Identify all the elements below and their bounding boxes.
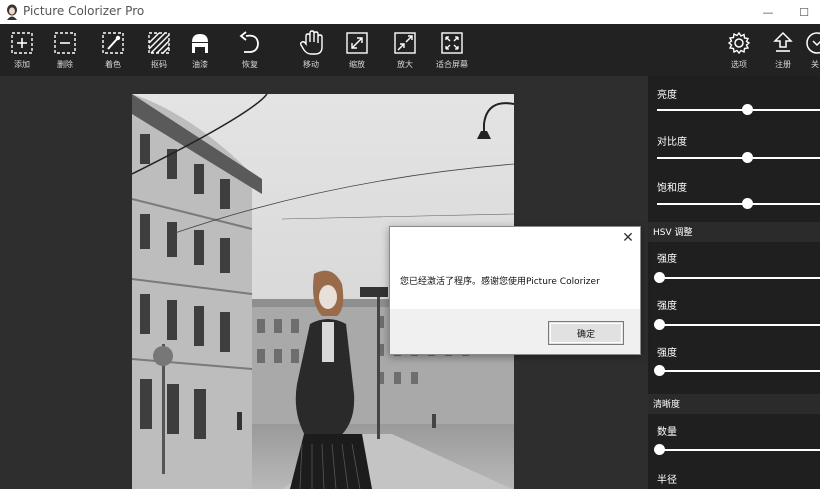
hsv-intensity-3-slider-thumb[interactable] <box>654 365 665 376</box>
paint-tool-label: 油漆 <box>192 60 208 69</box>
hsv-intensity-2-slider-thumb[interactable] <box>654 319 665 330</box>
hatch-tool-button[interactable]: 抠码 <box>139 30 179 74</box>
zoom-tool-label: 放大 <box>397 60 413 69</box>
expand-icon <box>346 32 368 54</box>
app-window: Picture Colorizer Pro — ☐ 添加 删除 着色 抠码 油漆… <box>0 0 820 489</box>
dialog-ok-button[interactable]: 确定 <box>548 321 624 345</box>
hsv-section-header: HSV 调整 <box>648 222 820 242</box>
move-tool-button[interactable]: 移动 <box>291 30 331 74</box>
sharpness-section-title: 清晰度 <box>653 400 681 410</box>
brightness-slider-thumb[interactable] <box>742 104 753 115</box>
gear-icon <box>727 31 751 55</box>
contrast-label: 对比度 <box>657 137 687 148</box>
zoom-tool-button[interactable]: 放大 <box>385 30 425 74</box>
app-logo-icon <box>7 4 17 20</box>
amount-label: 数量 <box>657 427 677 438</box>
title-bar: Picture Colorizer Pro — ☐ <box>0 0 820 24</box>
contrast-slider-thumb[interactable] <box>742 152 753 163</box>
close-tool-button[interactable]: 关 <box>800 30 820 74</box>
maximize-button[interactable]: ☐ <box>786 0 820 24</box>
adjustments-panel: 亮度 对比度 饱和度 HSV 调整 强度 强度 强度 清晰度 数量 半径 <box>648 76 820 489</box>
amount-slider-track[interactable] <box>657 449 820 451</box>
add-tool-button[interactable]: 添加 <box>2 30 42 74</box>
register-tool-button[interactable]: 注册 <box>763 30 803 74</box>
options-tool-label: 选项 <box>731 60 747 69</box>
saturation-slider-track[interactable] <box>657 203 820 205</box>
remove-icon <box>54 32 76 54</box>
register-tool-label: 注册 <box>775 60 791 69</box>
scale-tool-button[interactable]: 缩放 <box>337 30 377 74</box>
dialog-close-button[interactable]: ✕ <box>620 230 636 246</box>
app-title: Picture Colorizer Pro <box>23 4 145 18</box>
dialog-footer: 确定 <box>390 309 640 354</box>
upload-icon <box>773 31 793 52</box>
add-icon <box>11 32 33 54</box>
amount-slider-thumb[interactable] <box>654 444 665 455</box>
saturation-label: 饱和度 <box>657 183 687 194</box>
remove-tool-button[interactable]: 删除 <box>45 30 85 74</box>
remove-tool-label: 删除 <box>57 60 73 69</box>
undo-tool-button[interactable]: 恢复 <box>230 30 270 74</box>
paint-bucket-icon <box>192 34 208 53</box>
hsv-intensity-1-label: 强度 <box>657 254 677 265</box>
close-tool-label: 关 <box>811 60 819 69</box>
scale-tool-label: 缩放 <box>349 60 365 69</box>
toolbar: 添加 删除 着色 抠码 油漆 恢复 移动 缩放 放大 适合屏幕 选项 注册 关 <box>0 24 820 76</box>
basic-adjust-section: 亮度 对比度 饱和度 <box>648 76 820 222</box>
fit-screen-icon <box>441 32 463 54</box>
fit-screen-tool-label: 适合屏幕 <box>436 60 468 69</box>
hsv-intensity-2-slider-track[interactable] <box>657 324 820 326</box>
add-tool-label: 添加 <box>14 60 30 69</box>
hand-icon <box>299 30 323 55</box>
power-icon <box>806 32 820 54</box>
radius-label: 半径 <box>657 475 677 486</box>
brightness-label: 亮度 <box>657 90 677 101</box>
fit-screen-tool-button[interactable]: 适合屏幕 <box>427 30 477 74</box>
colorize-icon <box>102 32 124 54</box>
hsv-intensity-1-slider-thumb[interactable] <box>654 272 665 283</box>
brightness-slider-track[interactable] <box>657 109 820 111</box>
hsv-intensity-3-label: 强度 <box>657 348 677 359</box>
hsv-section-title: HSV 调整 <box>653 228 693 238</box>
undo-icon <box>239 31 259 53</box>
dialog-message: 您已经激活了程序。感谢您使用Picture Colorizer <box>400 277 600 287</box>
undo-tool-label: 恢复 <box>242 60 258 69</box>
contrast-slider-track[interactable] <box>657 157 820 159</box>
sharpness-adjust-section: 数量 半径 <box>648 414 820 489</box>
hsv-intensity-3-slider-track[interactable] <box>657 370 820 372</box>
hsv-intensity-1-slider-track[interactable] <box>657 277 820 279</box>
colorize-tool-label: 着色 <box>105 60 121 69</box>
hatch-icon <box>148 32 170 54</box>
hsv-intensity-2-label: 强度 <box>657 301 677 312</box>
colorize-tool-button[interactable]: 着色 <box>93 30 133 74</box>
minimize-button[interactable]: — <box>750 0 786 24</box>
zoom-in-icon <box>394 32 416 54</box>
options-tool-button[interactable]: 选项 <box>719 30 759 74</box>
sharpness-section-header: 清晰度 <box>648 394 820 414</box>
saturation-slider-thumb[interactable] <box>742 198 753 209</box>
move-tool-label: 移动 <box>303 60 319 69</box>
paint-tool-button[interactable]: 油漆 <box>180 30 220 74</box>
activation-dialog: ✕ 您已经激活了程序。感谢您使用Picture Colorizer 确定 <box>389 226 641 355</box>
hsv-adjust-section: 强度 强度 强度 <box>648 242 820 385</box>
hatch-tool-label: 抠码 <box>151 60 167 69</box>
